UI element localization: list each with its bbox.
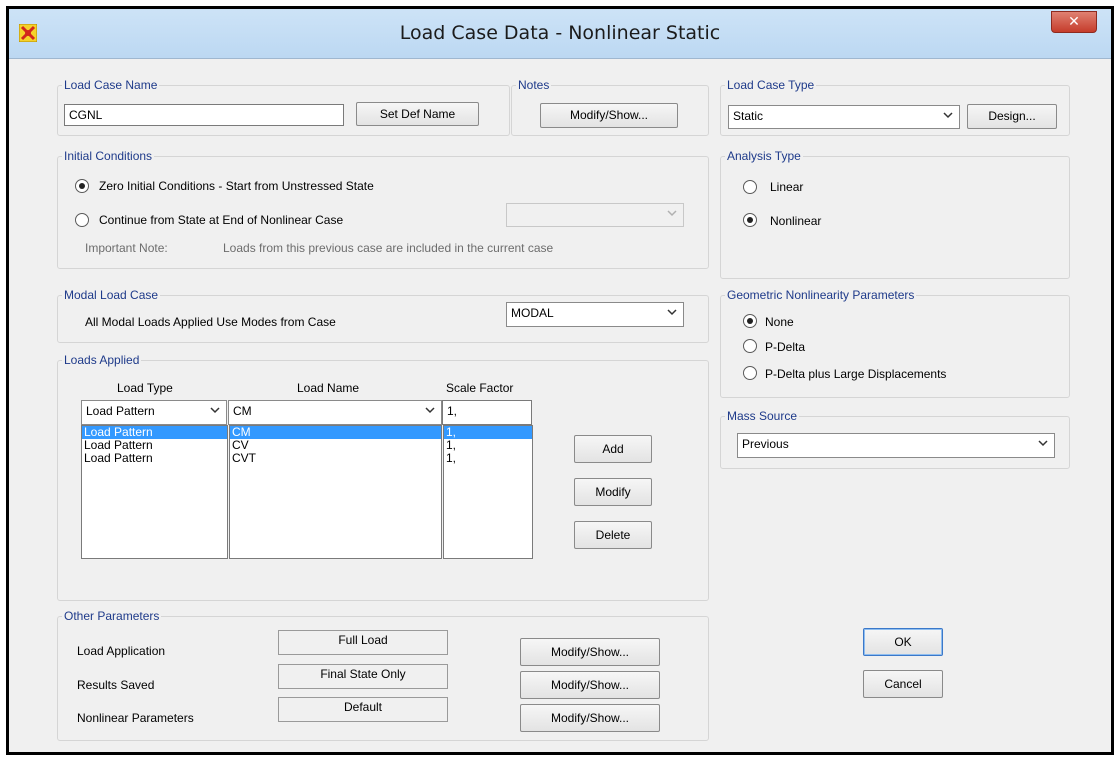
nonlinear-parameters-modify-button[interactable]: Modify/Show... xyxy=(520,704,660,732)
results-saved-value: Final State Only xyxy=(278,664,448,689)
load-case-name-legend: Load Case Name xyxy=(64,78,158,92)
scale-factor-input[interactable]: 1, xyxy=(442,400,532,425)
list-item[interactable]: CVT xyxy=(230,452,441,465)
load-case-type-select[interactable]: Static xyxy=(728,105,960,129)
linear-label: Linear xyxy=(770,180,804,194)
notes-legend: Notes xyxy=(518,78,550,92)
chevron-down-icon xyxy=(943,112,953,119)
nonlinear-parameters-label: Nonlinear Parameters xyxy=(77,711,194,725)
close-button[interactable]: ✕ xyxy=(1051,11,1097,33)
dialog-client-area: Load Case Name CGNL Set Def Name Notes M… xyxy=(17,59,1103,748)
load-case-name-input[interactable]: CGNL xyxy=(64,104,344,126)
cancel-button[interactable]: Cancel xyxy=(863,670,943,698)
geom-none-label: None xyxy=(765,315,794,329)
load-case-type-legend: Load Case Type xyxy=(727,78,815,92)
list-item[interactable]: Load Pattern xyxy=(82,452,227,465)
list-item[interactable]: 1, xyxy=(444,439,532,452)
chevron-down-icon xyxy=(667,309,677,316)
linear-radio[interactable] xyxy=(743,180,757,194)
set-def-name-button[interactable]: Set Def Name xyxy=(356,102,479,126)
load-application-label: Load Application xyxy=(77,644,166,658)
mass-source-legend: Mass Source xyxy=(727,409,798,423)
modify-load-button[interactable]: Modify xyxy=(574,478,652,506)
nonlinear-parameters-value: Default xyxy=(278,697,448,722)
continue-case-select[interactable] xyxy=(506,203,684,227)
other-parameters-legend: Other Parameters xyxy=(64,609,160,623)
list-item[interactable]: 1, xyxy=(444,452,532,465)
list-item[interactable]: 1, xyxy=(444,426,532,439)
geom-none-radio[interactable] xyxy=(743,314,757,328)
notes-modify-show-button[interactable]: Modify/Show... xyxy=(540,103,678,128)
geometric-nonlinearity-legend: Geometric Nonlinearity Parameters xyxy=(727,288,915,302)
results-saved-label: Results Saved xyxy=(77,678,155,692)
chevron-down-icon xyxy=(667,210,677,217)
continue-from-state-radio[interactable] xyxy=(75,213,89,227)
zero-initial-conditions-radio[interactable] xyxy=(75,179,89,193)
modal-load-case-legend: Modal Load Case xyxy=(64,288,159,302)
chevron-down-icon xyxy=(1038,440,1048,447)
initial-conditions-legend: Initial Conditions xyxy=(64,149,153,163)
load-type-select[interactable]: Load Pattern xyxy=(81,400,227,425)
load-application-value: Full Load xyxy=(278,630,448,655)
load-name-list[interactable]: CM CV CVT xyxy=(229,425,442,559)
modal-load-case-label: All Modal Loads Applied Use Modes from C… xyxy=(85,315,336,329)
nonlinear-radio[interactable] xyxy=(743,213,757,227)
nonlinear-label: Nonlinear xyxy=(770,214,822,228)
zero-initial-conditions-label: Zero Initial Conditions - Start from Uns… xyxy=(99,179,374,193)
important-note-label: Important Note: xyxy=(85,241,168,255)
p-delta-radio[interactable] xyxy=(743,339,757,353)
scale-factor-list[interactable]: 1, 1, 1, xyxy=(443,425,533,559)
load-name-select[interactable]: CM xyxy=(228,400,442,425)
mass-source-value: Previous xyxy=(742,437,789,451)
load-name-select-value: CM xyxy=(233,404,252,418)
scale-factor-header: Scale Factor xyxy=(446,381,514,395)
analysis-type-legend: Analysis Type xyxy=(727,149,801,163)
modal-load-case-select[interactable]: MODAL xyxy=(506,302,684,327)
list-item[interactable]: CV xyxy=(230,439,441,452)
loads-applied-legend: Loads Applied xyxy=(64,353,140,367)
load-name-header: Load Name xyxy=(297,381,360,395)
p-delta-label: P-Delta xyxy=(765,340,806,354)
chevron-down-icon xyxy=(425,407,435,414)
add-load-button[interactable]: Add xyxy=(574,435,652,463)
load-type-header: Load Type xyxy=(117,381,173,395)
list-item[interactable]: CM xyxy=(230,426,441,439)
results-saved-modify-button[interactable]: Modify/Show... xyxy=(520,671,660,699)
ok-button[interactable]: OK xyxy=(863,628,943,656)
chevron-down-icon xyxy=(210,407,220,414)
design-button[interactable]: Design... xyxy=(967,104,1057,129)
delete-load-button[interactable]: Delete xyxy=(574,521,652,549)
title-bar[interactable]: Load Case Data - Nonlinear Static ✕ xyxy=(9,9,1111,59)
mass-source-select[interactable]: Previous xyxy=(737,433,1055,458)
load-application-modify-button[interactable]: Modify/Show... xyxy=(520,638,660,666)
load-case-type-value: Static xyxy=(733,109,764,123)
continue-from-state-label: Continue from State at End of Nonlinear … xyxy=(99,213,344,227)
window-title: Load Case Data - Nonlinear Static xyxy=(399,22,721,44)
modal-load-case-value: MODAL xyxy=(511,306,554,320)
important-note-text: Loads from this previous case are includ… xyxy=(223,241,554,255)
load-type-select-value: Load Pattern xyxy=(86,404,155,418)
dialog-window: Load Case Data - Nonlinear Static ✕ Load… xyxy=(6,6,1114,755)
close-icon: ✕ xyxy=(1068,14,1080,30)
p-delta-large-disp-radio[interactable] xyxy=(743,366,757,380)
p-delta-large-disp-label: P-Delta plus Large Displacements xyxy=(765,367,947,381)
load-type-list[interactable]: Load Pattern Load Pattern Load Pattern xyxy=(81,425,228,559)
